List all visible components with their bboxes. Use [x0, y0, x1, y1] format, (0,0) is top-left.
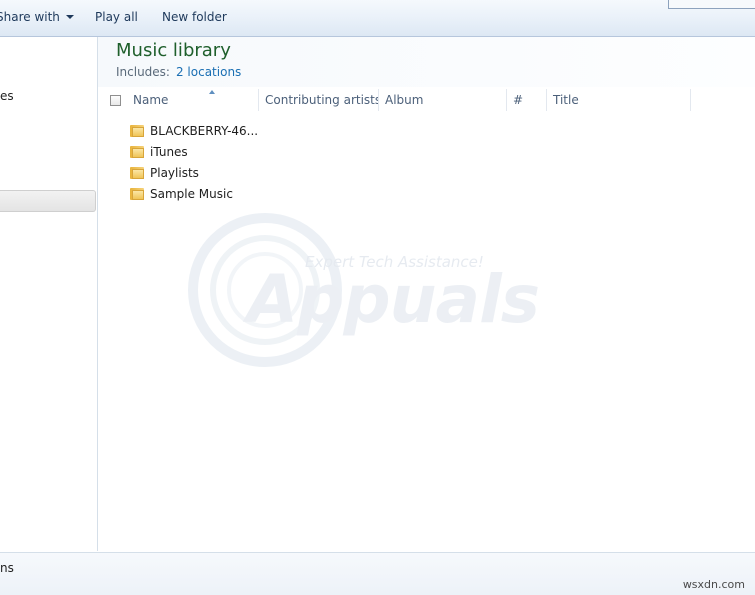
column-contributing-artists[interactable]: Contributing artists	[259, 89, 379, 111]
share-with-label: Share with	[0, 10, 60, 24]
column-album[interactable]: Album	[379, 89, 507, 111]
column-title[interactable]: Title	[547, 89, 691, 111]
nav-item-selected[interactable]	[0, 190, 96, 212]
library-includes: Includes: 2 locations	[116, 65, 241, 79]
library-header: Music library Includes: 2 locations	[98, 37, 755, 87]
command-toolbar: Share with Play all New folder	[0, 0, 755, 37]
sort-ascending-icon	[209, 90, 215, 94]
site-watermark: wsxdn.com	[682, 578, 745, 591]
chevron-down-icon	[65, 15, 74, 19]
column-name-label: Name	[133, 93, 169, 107]
nav-item-partial[interactable]: es	[0, 89, 14, 103]
list-item[interactable]: iTunes	[130, 142, 258, 163]
includes-label: Includes:	[116, 65, 170, 79]
column-name[interactable]: Name	[127, 89, 259, 111]
folder-icon	[130, 145, 144, 158]
column-headers: Name Contributing artists Album # Title	[98, 89, 755, 111]
library-title: Music library	[116, 40, 231, 61]
new-folder-button[interactable]: New folder	[162, 10, 227, 24]
folder-icon	[130, 124, 144, 137]
item-name: Sample Music	[150, 187, 233, 201]
column-number[interactable]: #	[507, 89, 547, 111]
list-item[interactable]: Playlists	[130, 163, 258, 184]
item-name: Playlists	[150, 166, 199, 180]
watermark-logo: Expert Tech Assistance! Appuals	[185, 205, 575, 375]
folder-icon	[130, 187, 144, 200]
status-bar: ns wsxdn.com	[0, 552, 755, 595]
window-edge-fragment	[668, 0, 755, 9]
list-item[interactable]: Sample Music	[130, 184, 258, 205]
item-name: iTunes	[150, 145, 188, 159]
item-name: BLACKBERRY-46...	[150, 124, 259, 138]
play-all-button[interactable]: Play all	[95, 10, 138, 24]
watermark-brand: Appuals	[247, 261, 540, 338]
file-list: BLACKBERRY-46... iTunes Playlists Sample…	[130, 121, 258, 205]
share-with-button[interactable]: Share with	[0, 10, 74, 24]
navigation-pane[interactable]: es	[0, 37, 98, 551]
select-all-checkbox[interactable]	[110, 95, 121, 106]
folder-icon	[130, 166, 144, 179]
locations-link[interactable]: 2 locations	[176, 65, 241, 79]
status-text: ns	[0, 561, 14, 575]
list-item[interactable]: BLACKBERRY-46...	[130, 121, 258, 142]
